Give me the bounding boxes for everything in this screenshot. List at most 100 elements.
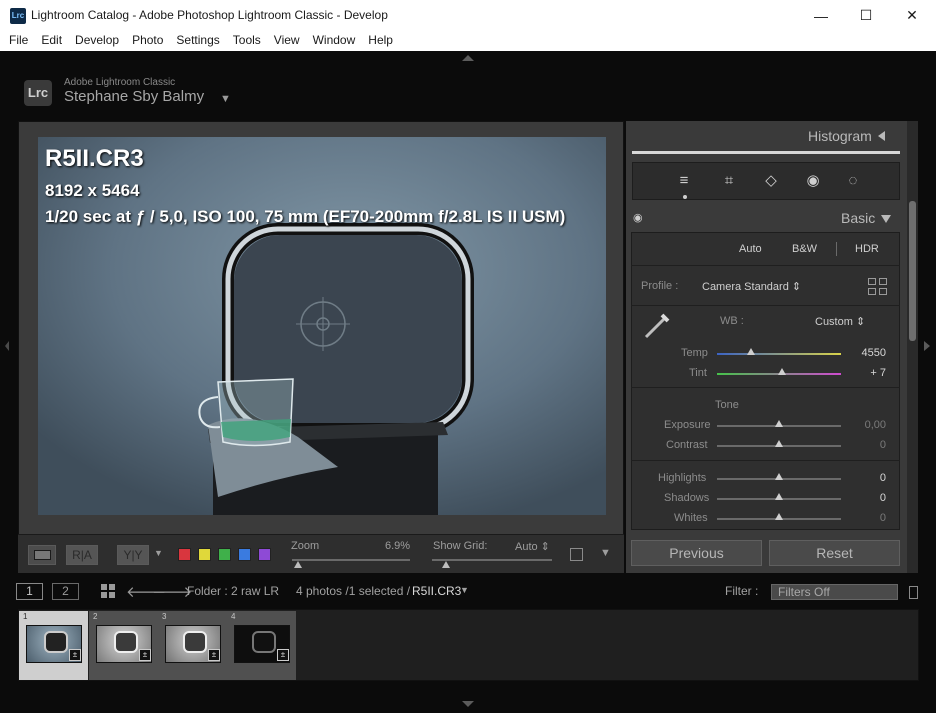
maximize-button[interactable]: ☐ (843, 0, 889, 31)
filmstrip: 1 ± 2 ± 3 ± 4 ± (18, 609, 919, 681)
menu-view[interactable]: View (274, 31, 300, 51)
identity-caret-icon[interactable]: ▼ (220, 93, 231, 105)
show-grid-value[interactable]: Auto ⇕ (515, 540, 550, 553)
previous-button[interactable]: Previous (631, 540, 762, 566)
masking-icon[interactable]: ◌ (843, 171, 863, 191)
grid-slider[interactable] (432, 559, 552, 561)
histogram-collapse-icon[interactable] (877, 131, 885, 141)
left-panel-toggle-icon[interactable] (5, 341, 9, 351)
filmstrip-thumb-3[interactable]: 3 ± (158, 611, 227, 680)
color-label-blue[interactable] (238, 548, 251, 561)
photo-preview[interactable]: R5II.CR3 8192 x 5464 1/20 sec at ƒ / 5,0… (38, 137, 606, 515)
develop-badge-icon[interactable]: ± (277, 649, 289, 661)
temp-value[interactable]: 4550 (846, 347, 886, 359)
temp-slider-knob[interactable] (747, 348, 755, 355)
menu-help[interactable]: Help (368, 31, 393, 51)
menu-window[interactable]: Window (313, 31, 356, 51)
minimize-button[interactable]: — (798, 0, 844, 31)
color-label-yellow[interactable] (198, 548, 211, 561)
active-tool-indicator (683, 195, 687, 199)
red-eye-icon[interactable]: ◉ (803, 171, 823, 191)
develop-badge-icon[interactable]: ± (69, 649, 81, 661)
highlights-value[interactable]: 0 (846, 472, 886, 484)
grid-view-icon[interactable] (101, 584, 115, 598)
menu-tools[interactable]: Tools (233, 31, 261, 51)
contrast-value[interactable]: 0 (846, 439, 886, 451)
shadows-slider-knob[interactable] (775, 493, 783, 500)
wb-eyedropper-icon[interactable] (642, 311, 672, 341)
zoom-slider[interactable] (292, 559, 410, 561)
before-after-dropdown-icon[interactable]: ▼ (154, 548, 163, 558)
window-title: Lightroom Catalog - Adobe Photoshop Ligh… (31, 8, 388, 22)
reset-button[interactable]: Reset (769, 540, 900, 566)
top-panel-toggle-icon[interactable] (462, 55, 474, 61)
filter-label: Filter : (725, 584, 759, 598)
thumb-number: 3 (162, 612, 167, 621)
loupe-view-button[interactable] (28, 545, 56, 565)
healing-eraser-icon[interactable]: ◇ (761, 171, 781, 191)
exposure-slider-knob[interactable] (775, 420, 783, 427)
color-label-green[interactable] (218, 548, 231, 561)
filter-lock-icon[interactable] (909, 586, 918, 599)
profile-dropdown[interactable]: Camera Standard ⇕ (702, 280, 801, 293)
menu-photo[interactable]: Photo (132, 31, 163, 51)
profile-browser-icon[interactable] (868, 278, 888, 296)
exposure-value[interactable]: 0,00 (846, 419, 886, 431)
zoom-slider-knob[interactable] (294, 561, 302, 568)
filmstrip-thumb-1[interactable]: 1 ± (19, 611, 88, 680)
bw-button[interactable]: B&W (792, 243, 817, 255)
toolbar-checkbox[interactable] (570, 548, 583, 561)
bottom-panel-toggle-icon[interactable] (462, 701, 474, 707)
histogram-header[interactable]: Histogram (808, 128, 885, 144)
folder-source[interactable]: Folder : 2 raw LR (187, 584, 279, 598)
panel-visibility-eye-icon[interactable]: ◉ (633, 211, 643, 224)
filter-dropdown[interactable]: Filters Off (771, 584, 898, 600)
edit-sliders-icon[interactable]: ≡ (674, 171, 694, 191)
grid-slider-knob[interactable] (442, 561, 450, 568)
zoom-value: 6.9% (385, 540, 411, 552)
app-body: Lrc Adobe Lightroom Classic Stephane Sby… (0, 51, 936, 713)
selected-file-name[interactable]: R5II.CR3 (412, 584, 461, 598)
exposure-label: Exposure (664, 419, 711, 431)
menu-settings[interactable]: Settings (176, 31, 219, 51)
contrast-slider-knob[interactable] (775, 440, 783, 447)
whites-slider-knob[interactable] (775, 513, 783, 520)
basic-collapse-icon[interactable] (881, 215, 892, 223)
right-panel-scroll-thumb[interactable] (909, 201, 916, 341)
develop-badge-icon[interactable]: ± (208, 649, 220, 661)
secondary-display-button[interactable]: 2 (52, 583, 79, 600)
temp-slider[interactable] (717, 353, 841, 355)
color-label-purple[interactable] (258, 548, 271, 561)
close-button[interactable]: ✕ (889, 0, 935, 31)
toolbar-menu-icon[interactable]: ▼ (600, 547, 611, 559)
overlay-exposure-info: 1/20 sec at ƒ / 5,0, ISO 100, 75 mm (EF7… (45, 207, 566, 226)
right-panel-scrollbar[interactable] (907, 121, 918, 573)
menu-edit[interactable]: Edit (41, 31, 62, 51)
highlights-slider-knob[interactable] (775, 473, 783, 480)
menu-develop[interactable]: Develop (75, 31, 119, 51)
image-viewer: R5II.CR3 8192 x 5464 1/20 sec at ƒ / 5,0… (18, 121, 624, 573)
selected-file-caret-icon[interactable]: ▼ (460, 585, 469, 595)
shadows-value[interactable]: 0 (846, 492, 886, 504)
tint-slider-knob[interactable] (778, 368, 786, 375)
develop-badge-icon[interactable]: ± (139, 649, 151, 661)
filmstrip-thumb-4[interactable]: 4 ± (227, 611, 296, 680)
hdr-button[interactable]: HDR (855, 243, 879, 255)
crop-icon[interactable]: ⌗ (719, 171, 739, 191)
basic-header[interactable]: Basic (841, 210, 892, 226)
tone-label: Tone (715, 399, 739, 411)
wb-dropdown[interactable]: Custom ⇕ (815, 315, 865, 328)
before-after-button[interactable]: R|A (66, 545, 98, 565)
overlay-filename: R5II.CR3 (45, 145, 144, 172)
right-panel-toggle-icon[interactable] (924, 341, 930, 351)
primary-display-button[interactable]: 1 (16, 583, 43, 600)
filmstrip-thumb-2[interactable]: 2 ± (89, 611, 158, 680)
menu-file[interactable]: File (9, 31, 28, 51)
auto-button[interactable]: Auto (739, 243, 762, 255)
before-after-split-button[interactable]: Y|Y (117, 545, 149, 565)
tint-value[interactable]: + 7 (846, 367, 886, 379)
whites-value[interactable]: 0 (846, 512, 886, 524)
identity-user-name[interactable]: Stephane Sby Balmy (64, 88, 204, 105)
thumb-number: 1 (23, 612, 28, 621)
color-label-red[interactable] (178, 548, 191, 561)
